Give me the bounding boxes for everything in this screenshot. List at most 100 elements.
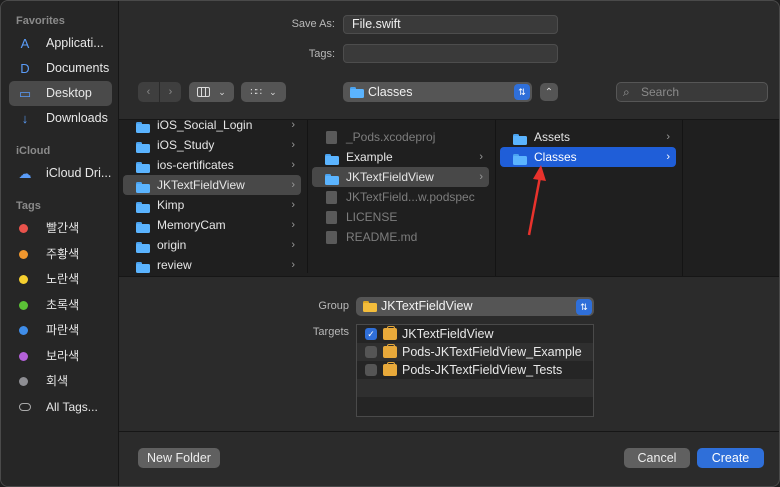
sidebar-tag-label: 주황색: [46, 246, 80, 261]
folder-icon: [363, 301, 377, 312]
chevron-right-icon: ›: [291, 199, 295, 211]
sidebar-tag-label: 노란색: [46, 272, 80, 286]
sidebar-all-tags[interactable]: All Tags...: [9, 395, 118, 421]
chevron-right-icon: ›: [291, 259, 295, 271]
browser-item[interactable]: ios-certificates ›: [123, 155, 301, 175]
targets-label: Targets: [312, 326, 349, 338]
search-placeholder: Search: [641, 85, 680, 99]
sidebar-all-tags-label: All Tags...: [46, 399, 98, 414]
target-checkbox[interactable]: [365, 364, 377, 376]
sidebar-item-applicati[interactable]: A Applicati...: [9, 31, 112, 56]
sidebar: Favorites A Applicati... D Documents ▭ Deskto…: [1, 1, 119, 486]
view-mode-button[interactable]: ⌄: [189, 82, 234, 102]
tag-color-dot-icon: [19, 293, 28, 319]
browser-item-label: _Pods.xcodeproj: [346, 130, 436, 144]
grid-icon: ∷∷: [250, 86, 262, 98]
target-row[interactable]: ✓ JKTextFieldView: [357, 325, 593, 343]
sidebar-tag-label: 파란색: [46, 323, 80, 337]
browser-item-label: iOS_Social_Login: [157, 119, 253, 132]
browser-item-label: Assets: [534, 130, 571, 144]
collapse-button[interactable]: ⌃: [540, 83, 558, 101]
sidebar-tag[interactable]: 파란색: [9, 318, 118, 344]
search-field[interactable]: ⌕ Search: [616, 82, 768, 102]
cancel-button[interactable]: Cancel: [624, 448, 690, 468]
applications-icon: A: [20, 36, 30, 51]
columns-view-icon: [197, 87, 211, 97]
chevron-right-icon: ›: [666, 151, 670, 163]
browser-item[interactable]: README.md: [312, 227, 489, 247]
chevron-right-icon: ›: [479, 171, 483, 183]
target-row[interactable]: Pods-JKTextFieldView_Example: [357, 343, 593, 361]
target-label: JKTextFieldView: [402, 327, 494, 341]
save-as-label: Save As:: [291, 18, 335, 30]
sidebar-item-label: Desktop: [46, 86, 92, 100]
tag-color-dot-icon: [19, 318, 28, 344]
sidebar-tag-label: 회색: [46, 374, 69, 388]
browser-item[interactable]: JKTextFieldView ›: [123, 175, 301, 195]
document-icon: D: [20, 61, 30, 76]
sidebar-section-icloud: iCloud: [16, 145, 51, 157]
browser-item[interactable]: review ›: [123, 255, 301, 275]
sidebar-tag[interactable]: 노란색: [9, 267, 118, 293]
chevron-right-icon: ›: [291, 159, 295, 171]
folder-icon: [350, 87, 364, 98]
chevron-right-icon: ›: [666, 131, 670, 143]
tags-field[interactable]: [343, 44, 558, 63]
browser-item[interactable]: _Pods.xcodeproj: [312, 127, 489, 147]
sidebar-item-label: Downloads: [46, 111, 108, 125]
browser-item[interactable]: Example ›: [312, 147, 489, 167]
sidebar-item-label: Documents: [46, 61, 110, 75]
create-button[interactable]: Create: [697, 448, 764, 468]
save-as-field[interactable]: File.swift: [343, 15, 558, 34]
cloud-icon: ☁: [18, 166, 32, 181]
target-label: Pods-JKTextFieldView_Example: [402, 345, 582, 359]
browser-item-label: Example: [346, 150, 393, 164]
sidebar-tag[interactable]: 초록색: [9, 293, 118, 319]
browser-item[interactable]: Kimp ›: [123, 195, 301, 215]
sidebar-tag[interactable]: 보라색: [9, 344, 118, 370]
browser-item[interactable]: origin ›: [123, 235, 301, 255]
group-by-button[interactable]: ∷∷ ⌄: [241, 82, 286, 102]
back-button[interactable]: ‹: [138, 82, 159, 102]
sidebar-tag[interactable]: 빨간색: [9, 216, 118, 242]
browser-item[interactable]: iOS_Social_Login ›: [123, 119, 301, 135]
tag-color-dot-icon: [19, 216, 28, 242]
browser-item[interactable]: LICENSE: [312, 207, 489, 227]
browser-item-label: Kimp: [157, 198, 185, 212]
new-folder-button[interactable]: New Folder: [138, 448, 220, 468]
browser-item-label: JKTextField...w.podspec: [346, 190, 475, 204]
folder-icon: [136, 259, 150, 276]
target-row-empty: [357, 379, 593, 397]
annotation-arrow: [527, 165, 546, 236]
forward-button[interactable]: ›: [160, 82, 181, 102]
chevron-down-icon: ⌄: [218, 86, 226, 97]
browser-item[interactable]: JKTextFieldView ›: [312, 167, 489, 187]
target-row-empty: [357, 397, 593, 415]
file-browser: iOS_Social_Login › iOS_Study › ios-certifica…: [119, 119, 779, 277]
tag-color-dot-icon: [19, 267, 28, 293]
target-row[interactable]: Pods-JKTextFieldView_Tests: [357, 361, 593, 379]
sidebar-tag[interactable]: 회색: [9, 369, 118, 395]
all-tags-icon: [19, 395, 31, 421]
location-label: Classes: [368, 85, 413, 99]
browser-item[interactable]: JKTextField...w.podspec: [312, 187, 489, 207]
sidebar-item-desktop[interactable]: ▭ Desktop: [9, 81, 112, 106]
group-label: Group: [318, 300, 349, 312]
browser-item[interactable]: Assets ›: [500, 127, 676, 147]
sidebar-tag-label: 빨간색: [46, 221, 80, 235]
updown-stepper-icon: ⇅: [576, 299, 592, 315]
sidebar-tag[interactable]: 주황색: [9, 242, 118, 268]
group-popup[interactable]: JKTextFieldView ⇅: [356, 297, 594, 316]
browser-item[interactable]: iOS_Study ›: [123, 135, 301, 155]
target-checkbox[interactable]: [365, 346, 377, 358]
chevron-right-icon: ›: [291, 179, 295, 191]
sidebar-item-icloud-dri[interactable]: ☁ iCloud Dri...: [9, 161, 112, 186]
browser-item-label: JKTextFieldView: [157, 178, 245, 192]
briefcase-icon: [383, 344, 397, 358]
browser-item[interactable]: MemoryCam ›: [123, 215, 301, 235]
sidebar-item-documents[interactable]: D Documents: [9, 56, 112, 81]
location-popup[interactable]: Classes ⇅: [343, 82, 532, 102]
chevron-right-icon: ›: [291, 139, 295, 151]
sidebar-item-downloads[interactable]: ↓ Downloads: [9, 106, 112, 131]
target-checkbox[interactable]: ✓: [365, 328, 377, 340]
